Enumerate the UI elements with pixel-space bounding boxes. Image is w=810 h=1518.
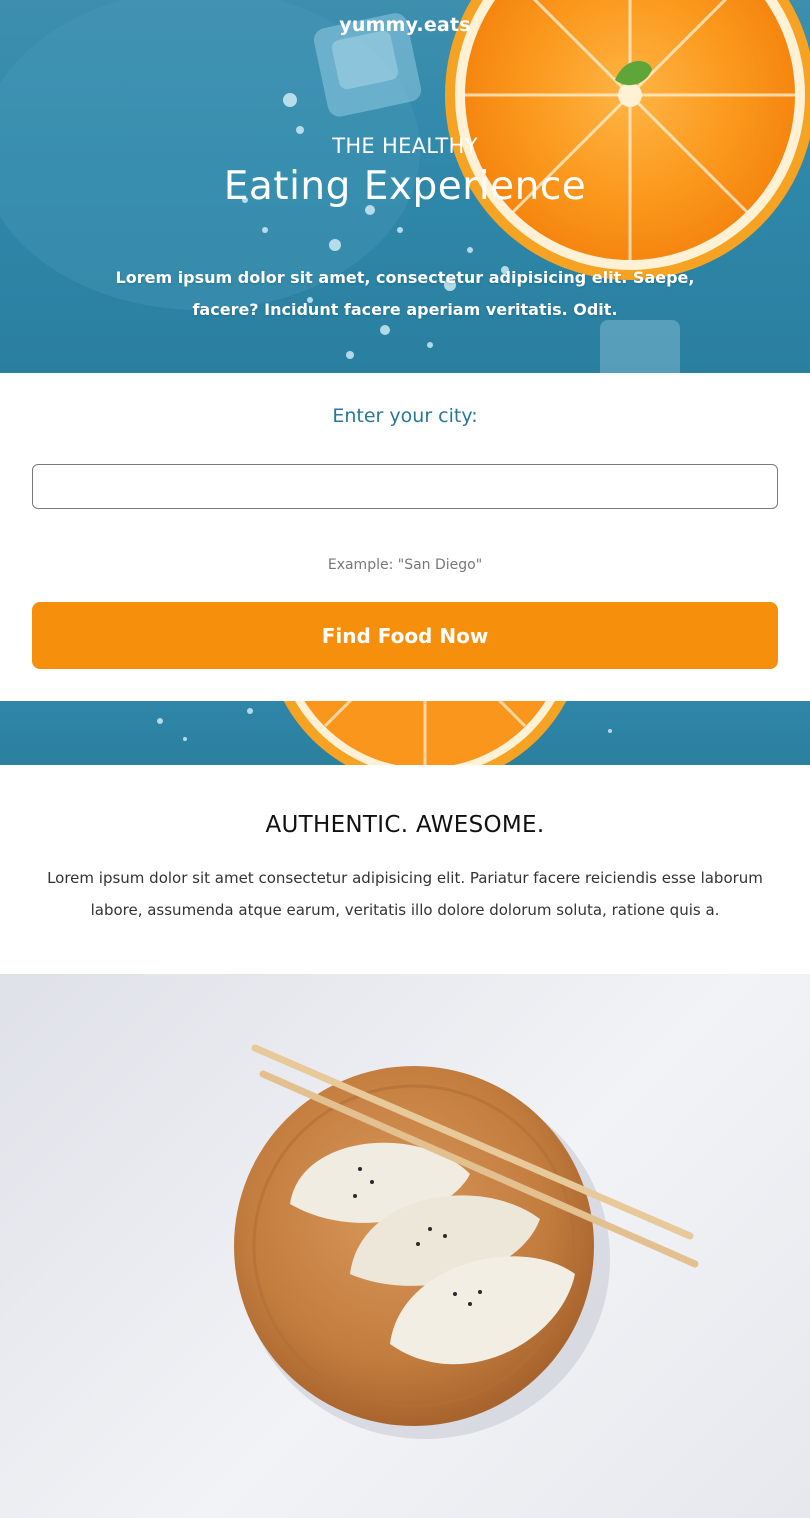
about-title: AUTHENTIC. AWESOME. (257, 812, 545, 841)
brand-logo[interactable]: yummy.eats (0, 14, 810, 36)
about-title-text: AUTHENTIC. AWESOME. (265, 812, 545, 838)
about-section: AUTHENTIC. AWESOME. Lorem ipsum dolor si… (0, 765, 810, 974)
city-example-hint: Example: "San Diego" (327, 557, 483, 573)
about-description: Lorem ipsum dolor sit amet consectetur a… (47, 869, 763, 919)
hero-description: Lorem ipsum dolor sit amet, consectetur … (115, 268, 695, 319)
city-input[interactable] (32, 464, 778, 509)
food-photo (0, 974, 810, 1518)
hero-eyebrow-wrap: THE HEALTHY (0, 134, 810, 162)
hero-section: yummy.eats THE HEALTHY Eating Experience… (0, 0, 810, 373)
orange-strip-image (157, 701, 612, 765)
city-label: Enter your city: (332, 405, 478, 427)
find-food-button[interactable]: Find Food Now (32, 602, 778, 669)
about-title-wrap: AUTHENTIC. AWESOME. (0, 812, 810, 841)
hero-title: Eating Experience (223, 164, 587, 209)
decorative-image-strip (0, 701, 810, 765)
dumplings-image (234, 1044, 699, 1439)
hero-eyebrow-text: THE HEALTHY (332, 134, 478, 158)
search-section: Enter your city: Example: "San Diego" Fi… (0, 373, 810, 701)
hero-eyebrow: THE HEALTHY (326, 134, 478, 162)
